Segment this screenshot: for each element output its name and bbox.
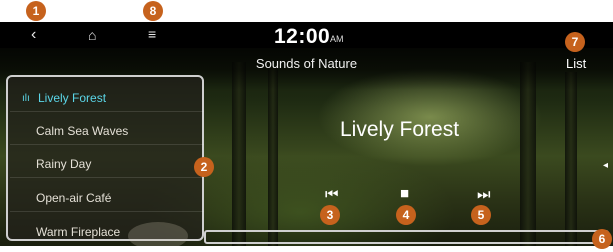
callout-1: 1 bbox=[26, 1, 46, 21]
scroll-handle-icon[interactable]: ◂ bbox=[603, 160, 608, 171]
playlist-item-warm-fireplace[interactable]: Warm Fireplace bbox=[36, 225, 120, 239]
callout-7: 7 bbox=[565, 32, 585, 52]
track-title: Lively Forest bbox=[340, 118, 460, 141]
clock: 12:00 bbox=[274, 25, 331, 48]
menu-icon[interactable]: ≡ bbox=[148, 26, 156, 42]
back-icon[interactable]: ‹ bbox=[31, 27, 36, 43]
playlist-item-calm-sea-waves[interactable]: Calm Sea Waves bbox=[36, 124, 128, 138]
progress-bar[interactable] bbox=[204, 230, 609, 244]
playlist-item-open-air-cafe[interactable]: Open-air Café bbox=[36, 191, 111, 205]
callout-3: 3 bbox=[320, 205, 340, 225]
stop-icon[interactable]: ■ bbox=[400, 185, 409, 202]
callout-4: 4 bbox=[396, 205, 416, 225]
page-title: Sounds of Nature bbox=[255, 56, 358, 71]
clock-ampm: AM bbox=[330, 34, 344, 44]
callout-6: 6 bbox=[592, 229, 612, 249]
next-track-icon[interactable]: ⏭ bbox=[477, 186, 491, 203]
playlist-item-rainy-day[interactable]: Rainy Day bbox=[36, 157, 91, 171]
callout-8: 8 bbox=[143, 1, 163, 21]
playing-indicator-icon: ılı bbox=[22, 93, 30, 104]
callout-2: 2 bbox=[194, 157, 214, 177]
home-icon[interactable]: ⌂ bbox=[88, 27, 96, 43]
coffee-cup-image bbox=[128, 222, 188, 246]
previous-track-icon[interactable]: ⏮ bbox=[325, 186, 339, 203]
list-button[interactable]: List bbox=[566, 56, 586, 71]
playlist-item-lively-forest[interactable]: Lively Forest bbox=[38, 91, 106, 105]
callout-5: 5 bbox=[471, 205, 491, 225]
playlist-panel: ılı Lively Forest Calm Sea Waves Rainy D… bbox=[6, 75, 204, 246]
